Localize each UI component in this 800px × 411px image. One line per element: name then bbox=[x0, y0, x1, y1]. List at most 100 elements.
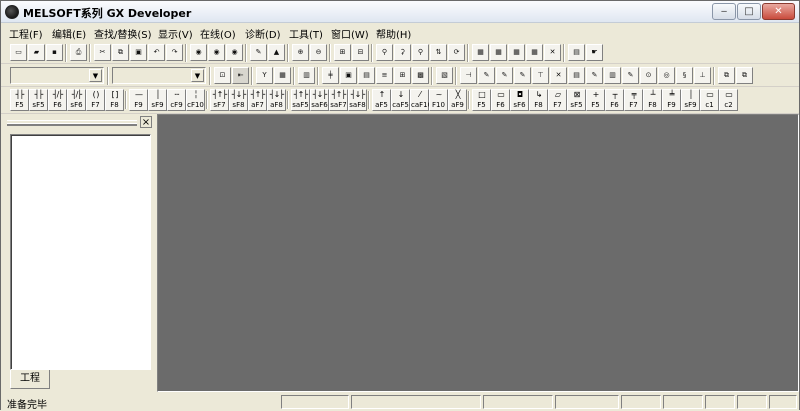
pb17-button[interactable]: ⊤ bbox=[532, 67, 549, 84]
sfc-more-button[interactable]: ▭ c2 bbox=[719, 89, 738, 111]
mdi-workspace[interactable] bbox=[157, 114, 799, 392]
mon-5-button[interactable]: ✕ bbox=[544, 44, 561, 61]
undo-button[interactable]: ↶ bbox=[148, 44, 165, 61]
sfc-step-button[interactable]: □ F5 bbox=[472, 89, 491, 111]
ladder-horizontal-line-button[interactable]: — F9 bbox=[129, 89, 148, 111]
pb9-button[interactable]: ≡ bbox=[376, 67, 393, 84]
pb14-button[interactable]: ✎ bbox=[478, 67, 495, 84]
plc-read-button[interactable]: ◉ bbox=[190, 44, 207, 61]
sfc-dummy-button[interactable]: ⊠ sF5 bbox=[567, 89, 586, 111]
device-test-button[interactable]: ⊟ bbox=[352, 44, 369, 61]
pb1-button[interactable]: ⊡ bbox=[214, 67, 231, 84]
pb7-button[interactable]: ▣ bbox=[340, 67, 357, 84]
find-contact-button[interactable]: ⚲ bbox=[412, 44, 429, 61]
cross-ref-button[interactable]: ⇅ bbox=[430, 44, 447, 61]
device-entry-button[interactable]: ⊞ bbox=[334, 44, 351, 61]
panel-close-icon[interactable]: × bbox=[140, 116, 152, 128]
pb20-button[interactable]: ✎ bbox=[586, 67, 603, 84]
close-window-button[interactable]: ✕ bbox=[762, 3, 795, 20]
verify-button[interactable]: ◉ bbox=[226, 44, 243, 61]
ladder-draw-line-button[interactable]: ~ F10 bbox=[429, 89, 448, 111]
sfc-block-start-button[interactable]: ▭ F6 bbox=[491, 89, 510, 111]
chevron-down-icon[interactable]: ▼ bbox=[191, 69, 204, 82]
program-combo[interactable]: ▼ bbox=[10, 67, 104, 84]
pb15-button[interactable]: ✎ bbox=[496, 67, 513, 84]
pb11-button[interactable]: ▩ bbox=[412, 67, 429, 84]
ladder-open-contact-button[interactable]: ┤├ F5 bbox=[10, 89, 29, 111]
ladder-closed-contact-button[interactable]: ┤/├ F6 bbox=[48, 89, 67, 111]
sfc-end-step-button[interactable]: ◘ sF6 bbox=[510, 89, 529, 111]
pb13-button[interactable]: ⊣ bbox=[460, 67, 477, 84]
print-button[interactable]: ⎙ bbox=[70, 44, 87, 61]
sfc-parallel-branch-button[interactable]: ╤ F7 bbox=[624, 89, 643, 111]
chevron-down-icon[interactable]: ▼ bbox=[89, 69, 102, 82]
pb21-button[interactable]: ▥ bbox=[604, 67, 621, 84]
sfc-vertical-line-button[interactable]: │ sF9 bbox=[681, 89, 700, 111]
ladder-falling-pulse-parallel-button[interactable]: ┤↓├ aF8 bbox=[267, 89, 286, 111]
save-button[interactable]: ▪ bbox=[46, 44, 63, 61]
pb10-button[interactable]: ⊞ bbox=[394, 67, 411, 84]
ladder-falling-pulse-button[interactable]: ┤↓├ sF8 bbox=[229, 89, 248, 111]
ladder-invert-up-button[interactable]: ↑ aF5 bbox=[372, 89, 391, 111]
maximize-button[interactable]: □ bbox=[737, 3, 761, 20]
ladder-coil-button[interactable]: ( ) F7 bbox=[86, 89, 105, 111]
project-tree[interactable] bbox=[10, 134, 151, 370]
sfc-jump-button[interactable]: ↳ F8 bbox=[529, 89, 548, 111]
ladder-delete-line-button[interactable]: ╳ aF9 bbox=[448, 89, 467, 111]
monitor-button[interactable]: ✎ bbox=[250, 44, 267, 61]
pb18-button[interactable]: ✕ bbox=[550, 67, 567, 84]
pb8-button[interactable]: ▤ bbox=[358, 67, 375, 84]
ladder-pulse-5-button[interactable]: ┤↑├ saF5 bbox=[291, 89, 310, 111]
menu-window[interactable]: 窗口(W) bbox=[331, 26, 369, 41]
pb23-button[interactable]: ⊙ bbox=[640, 67, 657, 84]
ladder-closed-contact-parallel-button[interactable]: ┤/├ sF6 bbox=[67, 89, 86, 111]
pb3-button[interactable]: Y bbox=[256, 67, 273, 84]
menu-view[interactable]: 显示(V) bbox=[158, 26, 193, 41]
menu-tools[interactable]: 工具(T) bbox=[289, 26, 323, 41]
param-combo[interactable]: ▼ bbox=[112, 67, 206, 84]
pb4-button[interactable]: ▦ bbox=[274, 67, 291, 84]
ladder-application-instruction-button[interactable]: [ ] F8 bbox=[105, 89, 124, 111]
ladder-invert-down-button[interactable]: ↓ caF5 bbox=[391, 89, 410, 111]
open-button[interactable]: ▰ bbox=[28, 44, 45, 61]
ladder-delete-horizontal-button[interactable]: ╌ cF9 bbox=[167, 89, 186, 111]
pb2-button[interactable]: ⇤ bbox=[232, 67, 249, 84]
title-bar[interactable]: MELSOFT系列 GX Developer ‒ □ ✕ bbox=[1, 1, 799, 23]
find-device-button[interactable]: ⚲ bbox=[376, 44, 393, 61]
sfc-end-button[interactable]: ▱ F7 bbox=[548, 89, 567, 111]
pb27-button[interactable]: ⧉ bbox=[718, 67, 735, 84]
mon-2-button[interactable]: ▦ bbox=[490, 44, 507, 61]
menu-online[interactable]: 在线(O) bbox=[200, 26, 236, 41]
menu-help[interactable]: 帮助(H) bbox=[376, 26, 411, 41]
sfc-selective-branch-button[interactable]: ┬ F6 bbox=[605, 89, 624, 111]
mon-4-button[interactable]: ▦ bbox=[526, 44, 543, 61]
new-button[interactable]: ▭ bbox=[10, 44, 27, 61]
mon-1-button[interactable]: ▦ bbox=[472, 44, 489, 61]
ladder-pulse-7-button[interactable]: ┤↑├ saF7 bbox=[329, 89, 348, 111]
pb5-button[interactable]: ▥ bbox=[298, 67, 315, 84]
ladder-rising-pulse-button[interactable]: ┤↑├ sF7 bbox=[210, 89, 229, 111]
pb22-button[interactable]: ✎ bbox=[622, 67, 639, 84]
sfc-comment-button[interactable]: ▭ c1 bbox=[700, 89, 719, 111]
find-instr-button[interactable]: ⚳ bbox=[394, 44, 411, 61]
minimize-button[interactable]: ‒ bbox=[712, 3, 736, 20]
tab-project[interactable]: 工程 bbox=[10, 370, 50, 389]
sfc-parallel-coupling-button[interactable]: ╧ F9 bbox=[662, 89, 681, 111]
ladder-open-contact-parallel-button[interactable]: ┤├ sF5 bbox=[29, 89, 48, 111]
zoom-out-button[interactable]: ⊖ bbox=[310, 44, 327, 61]
ladder-pulse-8-button[interactable]: ┤↓├ saF8 bbox=[348, 89, 367, 111]
menu-project[interactable]: 工程(F) bbox=[9, 26, 43, 41]
menu-diagnostics[interactable]: 诊断(D) bbox=[245, 26, 281, 41]
pb12-button[interactable]: ▧ bbox=[436, 67, 453, 84]
tool-2-button[interactable]: ☛ bbox=[586, 44, 603, 61]
monitor-stop-button[interactable]: ▲ bbox=[268, 44, 285, 61]
ladder-operation-result-button[interactable]: ⁄ caF10 bbox=[410, 89, 432, 111]
cut-button[interactable]: ✂ bbox=[94, 44, 111, 61]
ladder-vertical-line-button[interactable]: │ sF9 bbox=[148, 89, 167, 111]
menu-edit[interactable]: 编辑(E) bbox=[52, 26, 86, 41]
redo-button[interactable]: ↷ bbox=[166, 44, 183, 61]
panel-drag-grip-2[interactable] bbox=[7, 123, 137, 126]
pb28-button[interactable]: ⧉ bbox=[736, 67, 753, 84]
pb24-button[interactable]: ◎ bbox=[658, 67, 675, 84]
ladder-rising-pulse-parallel-button[interactable]: ┤↑├ aF7 bbox=[248, 89, 267, 111]
